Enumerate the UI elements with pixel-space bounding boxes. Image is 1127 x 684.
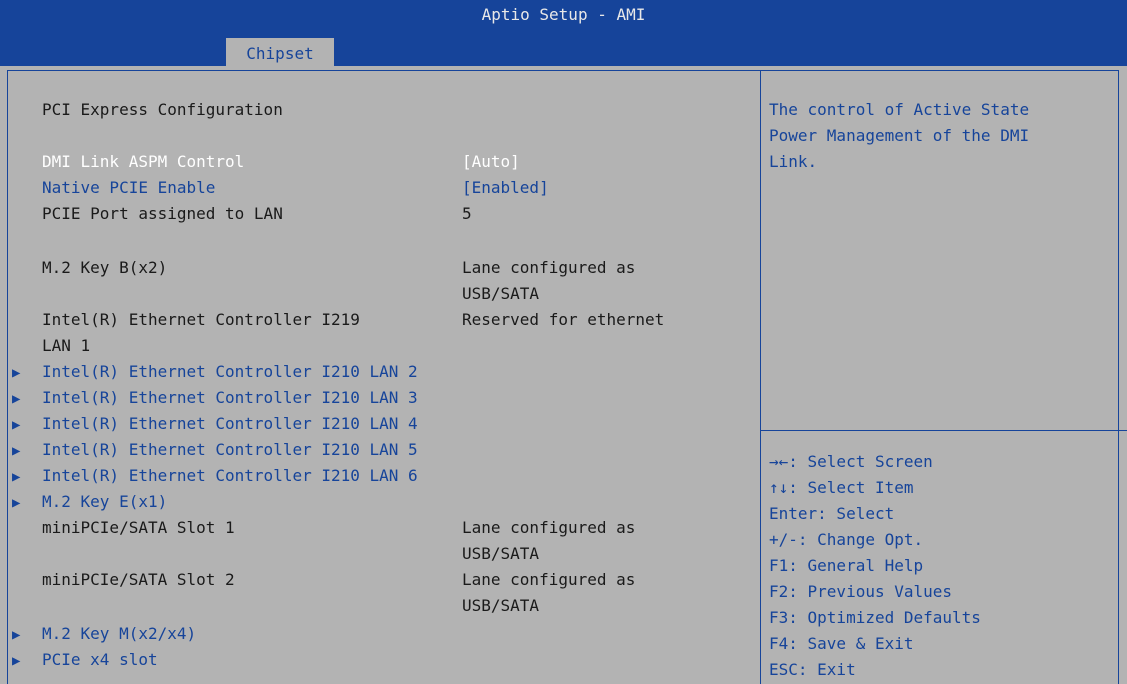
- header-bar: Aptio Setup - AMI Chipset: [0, 0, 1127, 66]
- key-hint-previous-values: F2: Previous Values: [769, 582, 953, 601]
- setting-label-dmi-aspm[interactable]: DMI Link ASPM Control: [42, 150, 244, 174]
- submenu-arrow-icon: ▶: [12, 391, 21, 407]
- setting-value-m2-key-b-line2: USB/SATA: [462, 284, 540, 303]
- submenu-arrow-icon: ▶: [12, 365, 21, 381]
- submenu-pcie-x4-slot[interactable]: ▶ PCIe x4 slot: [12, 648, 158, 672]
- key-hint-exit: ESC: Exit: [769, 660, 856, 679]
- setting-label-i219-line1: Intel(R) Ethernet Controller I219: [42, 310, 360, 329]
- panel-divider: [760, 70, 761, 684]
- setting-value-minipcie-slot1-line2: USB/SATA: [462, 544, 540, 563]
- submenu-label: Intel(R) Ethernet Controller I210 LAN 5: [42, 440, 418, 459]
- setting-value-minipcie-slot2-line2: USB/SATA: [462, 596, 540, 615]
- key-hint-enter: Enter: Select: [769, 504, 895, 523]
- submenu-arrow-icon: ▶: [12, 653, 21, 669]
- submenu-i210-lan3[interactable]: ▶ Intel(R) Ethernet Controller I210 LAN 3: [12, 386, 418, 410]
- help-divider: [760, 430, 1127, 431]
- submenu-arrow-icon: ▶: [12, 443, 21, 459]
- submenu-label: Intel(R) Ethernet Controller I210 LAN 4: [42, 414, 418, 433]
- submenu-label: Intel(R) Ethernet Controller I210 LAN 3: [42, 388, 418, 407]
- setting-value-minipcie-slot1-line1: Lane configured as: [462, 518, 636, 537]
- setting-value-minipcie-slot2-line1: Lane configured as: [462, 570, 636, 589]
- submenu-arrow-icon: ▶: [12, 469, 21, 485]
- submenu-i210-lan6[interactable]: ▶ Intel(R) Ethernet Controller I210 LAN 6: [12, 464, 418, 488]
- submenu-i210-lan5[interactable]: ▶ Intel(R) Ethernet Controller I210 LAN 5: [12, 438, 418, 462]
- setting-label-pcie-lan-port: PCIE Port assigned to LAN: [42, 204, 283, 223]
- submenu-i210-lan4[interactable]: ▶ Intel(R) Ethernet Controller I210 LAN 4: [12, 412, 418, 436]
- submenu-m2-key-m[interactable]: ▶ M.2 Key M(x2/x4): [12, 622, 196, 646]
- setting-label-i219-line2: LAN 1: [42, 336, 91, 355]
- setting-value-i219: Reserved for ethernet: [462, 310, 665, 329]
- help-text-line: The control of Active State: [769, 100, 1030, 119]
- submenu-label: M.2 Key M(x2/x4): [42, 624, 197, 643]
- help-text-line: Link.: [769, 152, 818, 171]
- setting-label-m2-key-b: M.2 Key B(x2): [42, 258, 168, 277]
- submenu-label: Intel(R) Ethernet Controller I210 LAN 2: [42, 362, 418, 381]
- submenu-label: Intel(R) Ethernet Controller I210 LAN 6: [42, 466, 418, 485]
- key-hint-optimized-defaults: F3: Optimized Defaults: [769, 608, 981, 627]
- submenu-i210-lan2[interactable]: ▶ Intel(R) Ethernet Controller I210 LAN 2: [12, 360, 418, 384]
- key-hint-select-item: ↑↓: Select Item: [769, 478, 914, 497]
- setting-value-native-pcie[interactable]: [Enabled]: [462, 176, 549, 200]
- help-text-line: Power Management of the DMI: [769, 126, 1030, 145]
- key-hint-general-help: F1: General Help: [769, 556, 924, 575]
- submenu-arrow-icon: ▶: [12, 627, 21, 643]
- setting-value-m2-key-b-line1: Lane configured as: [462, 258, 636, 277]
- setting-value-pcie-lan-port: 5: [462, 204, 472, 223]
- section-title: PCI Express Configuration: [42, 100, 283, 119]
- submenu-arrow-icon: ▶: [12, 495, 21, 511]
- setting-label-native-pcie[interactable]: Native PCIE Enable: [42, 176, 215, 200]
- submenu-m2-key-e[interactable]: ▶ M.2 Key E(x1): [12, 490, 167, 514]
- setting-label-minipcie-slot2: miniPCIe/SATA Slot 2: [42, 570, 235, 589]
- app-title: Aptio Setup - AMI: [481, 5, 646, 24]
- submenu-label: M.2 Key E(x1): [42, 492, 168, 511]
- submenu-label: PCIe x4 slot: [42, 650, 158, 669]
- key-hint-select-screen: →←: Select Screen: [769, 452, 933, 471]
- setting-value-dmi-aspm[interactable]: [Auto]: [462, 150, 520, 174]
- key-hint-save-exit: F4: Save & Exit: [769, 634, 914, 653]
- setting-label-minipcie-slot1: miniPCIe/SATA Slot 1: [42, 518, 235, 537]
- tab-chipset[interactable]: Chipset: [226, 38, 334, 66]
- key-hint-change-opt: +/-: Change Opt.: [769, 530, 924, 549]
- submenu-arrow-icon: ▶: [12, 417, 21, 433]
